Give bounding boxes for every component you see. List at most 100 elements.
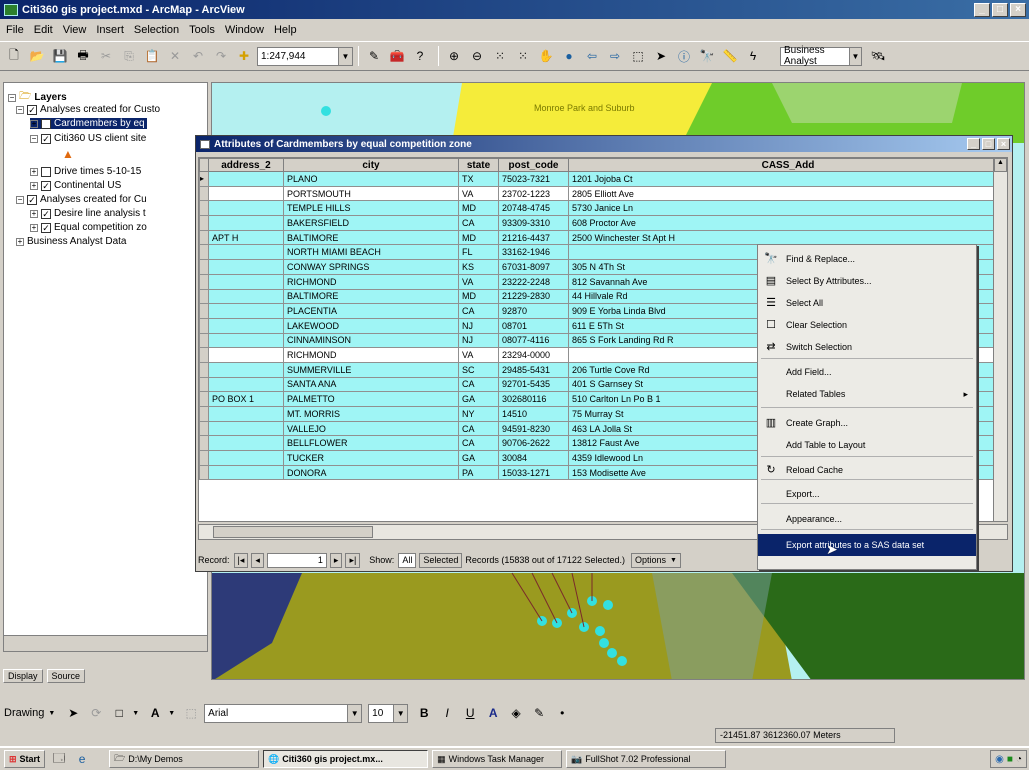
taskbar-item-fullshot[interactable]: 📷 FullShot 7.02 Professional: [566, 750, 727, 768]
cell-city[interactable]: SUMMERVILLE: [283, 361, 459, 378]
rectangle-icon[interactable]: □: [109, 703, 129, 723]
cell-address-2[interactable]: [208, 171, 284, 187]
text-tool-icon[interactable]: A: [145, 703, 165, 723]
table-vertical-scrollbar[interactable]: ▲: [993, 158, 1007, 521]
menu-item-add-table-to-layout[interactable]: Add Table to Layout: [758, 434, 976, 456]
cell-city[interactable]: RICHMOND: [283, 347, 459, 363]
cell-post-code[interactable]: 92701-5435: [498, 376, 569, 393]
collapse-icon[interactable]: −: [8, 93, 16, 102]
row-selector[interactable]: [199, 317, 209, 334]
font-name-combo[interactable]: Arial ▼: [204, 703, 363, 723]
cell-state[interactable]: PA: [458, 464, 499, 481]
font-size-combo[interactable]: 10 ▼: [368, 703, 409, 723]
chevron-down-icon[interactable]: ▼: [132, 710, 139, 717]
undo-icon[interactable]: ↶: [188, 46, 208, 66]
menu-item-clear-selection[interactable]: ☐ Clear Selection: [758, 314, 976, 336]
cell-city[interactable]: PORTSMOUTH: [283, 185, 459, 202]
cell-state[interactable]: CA: [458, 215, 499, 231]
row-selector[interactable]: [199, 273, 209, 290]
paste-icon[interactable]: 📋: [142, 46, 162, 66]
menu-item-export[interactable]: Export...: [758, 483, 976, 505]
chevron-down-icon[interactable]: ▼: [393, 704, 408, 722]
cell-post-code[interactable]: 23702-1223: [498, 185, 569, 202]
row-selector[interactable]: [199, 420, 209, 437]
row-selector[interactable]: ▸: [199, 171, 209, 187]
cut-icon[interactable]: ✂: [96, 46, 116, 66]
layer-checkbox[interactable]: [41, 166, 51, 177]
fixed-zoom-out-icon[interactable]: ⁙: [513, 46, 533, 66]
ba-tool-icon[interactable]: 🛰: [868, 46, 888, 66]
toc-item-ba-data[interactable]: + Business Analyst Data: [16, 236, 127, 247]
expand-icon[interactable]: +: [30, 209, 38, 218]
row-selector[interactable]: [199, 259, 209, 275]
cell-post-code[interactable]: 23294-0000: [498, 347, 569, 363]
row-selector[interactable]: [199, 464, 209, 481]
menu-item-export-attributes-to-a-sas-data-set[interactable]: Export attributes to a SAS data set: [758, 534, 976, 556]
menu-item-appearance[interactable]: Appearance...: [758, 508, 976, 530]
menu-item-related-tables[interactable]: Related Tables ▸: [758, 383, 976, 405]
cell-state[interactable]: CA: [458, 376, 499, 393]
toc-item-desire-line[interactable]: + ✓ Desire line analysis t: [30, 208, 146, 219]
cell-cass-add[interactable]: 608 Proctor Ave: [568, 215, 1007, 231]
cell-state[interactable]: CA: [458, 435, 499, 452]
minimize-button[interactable]: _: [974, 2, 990, 17]
full-extent-icon[interactable]: ●: [559, 46, 579, 66]
identify-icon[interactable]: ⓘ: [674, 46, 694, 66]
font-color-icon[interactable]: A: [483, 703, 503, 723]
italic-icon[interactable]: I: [437, 703, 457, 723]
taskbar-item-arcmap[interactable]: 🌐 Citi360 gis project.mx...: [263, 750, 429, 768]
cell-address-2[interactable]: PO BOX 1: [208, 391, 284, 407]
cell-post-code[interactable]: 90706-2622: [498, 435, 569, 452]
layer-checkbox[interactable]: ✓: [27, 194, 37, 205]
cell-address-2[interactable]: [208, 332, 284, 349]
column-header-address-2[interactable]: address_2: [208, 158, 284, 172]
fixed-zoom-in-icon[interactable]: ⁙: [490, 46, 510, 66]
cell-cass-add[interactable]: 2805 Elliott Ave: [568, 185, 1007, 202]
row-selector[interactable]: [199, 347, 209, 363]
table-row[interactable]: PORTSMOUTH VA 23702-1223 2805 Elliott Ave: [199, 185, 1007, 202]
cell-post-code[interactable]: 23222-2248: [498, 273, 569, 290]
start-button[interactable]: ⊞ Start: [4, 750, 46, 768]
cell-address-2[interactable]: APT H: [208, 229, 284, 246]
row-selector[interactable]: [199, 376, 209, 393]
cell-city[interactable]: CINNAMINSON: [283, 332, 459, 349]
cell-post-code[interactable]: 08077-4116: [498, 332, 569, 349]
quicklaunch-ie-icon[interactable]: e: [72, 749, 92, 769]
select-elements-icon[interactable]: ➤: [651, 46, 671, 66]
cell-address-2[interactable]: [208, 317, 284, 334]
column-header-post-code[interactable]: post_code: [498, 158, 569, 172]
cell-state[interactable]: NY: [458, 406, 499, 422]
menu-item-switch-selection[interactable]: ⇄ Switch Selection: [758, 336, 976, 358]
row-selector[interactable]: [199, 361, 209, 378]
cell-city[interactable]: VALLEJO: [283, 420, 459, 437]
fill-color-icon[interactable]: ◈: [506, 703, 526, 723]
cell-state[interactable]: GA: [458, 450, 499, 466]
cell-city[interactable]: PLACENTIA: [283, 303, 459, 319]
cell-city[interactable]: BELLFLOWER: [283, 435, 459, 452]
callout-icon[interactable]: ⬚: [181, 703, 201, 723]
layer-checkbox[interactable]: ✓: [41, 118, 51, 129]
chevron-down-icon[interactable]: ▼: [848, 47, 861, 65]
cell-state[interactable]: MD: [458, 229, 499, 246]
pan-icon[interactable]: ✋: [536, 46, 556, 66]
collapse-icon[interactable]: −: [16, 105, 24, 114]
open-icon[interactable]: 📂: [27, 46, 47, 66]
delete-icon[interactable]: ✕: [165, 46, 185, 66]
cell-post-code[interactable]: 67031-8097: [498, 259, 569, 275]
maximize-button[interactable]: □: [982, 138, 995, 150]
minimize-button[interactable]: _: [967, 138, 980, 150]
cell-address-2[interactable]: [208, 376, 284, 393]
menu-item-find-replace[interactable]: 🔭 Find & Replace...: [758, 248, 976, 270]
cell-post-code[interactable]: 30084: [498, 450, 569, 466]
cell-city[interactable]: LAKEWOOD: [283, 317, 459, 334]
table-row[interactable]: TEMPLE HILLS MD 20748-4745 5730 Janice Ln: [199, 200, 1007, 217]
menu-help[interactable]: Help: [274, 24, 297, 36]
cell-state[interactable]: VA: [458, 347, 499, 363]
cell-address-2[interactable]: [208, 464, 284, 481]
last-record-button[interactable]: ▸|: [345, 552, 361, 568]
cell-post-code[interactable]: 33162-1946: [498, 244, 569, 261]
print-icon[interactable]: 🖶: [73, 46, 93, 66]
cell-city[interactable]: CONWAY SPRINGS: [283, 259, 459, 275]
layer-checkbox[interactable]: ✓: [41, 208, 51, 219]
close-button[interactable]: ×: [997, 138, 1010, 150]
